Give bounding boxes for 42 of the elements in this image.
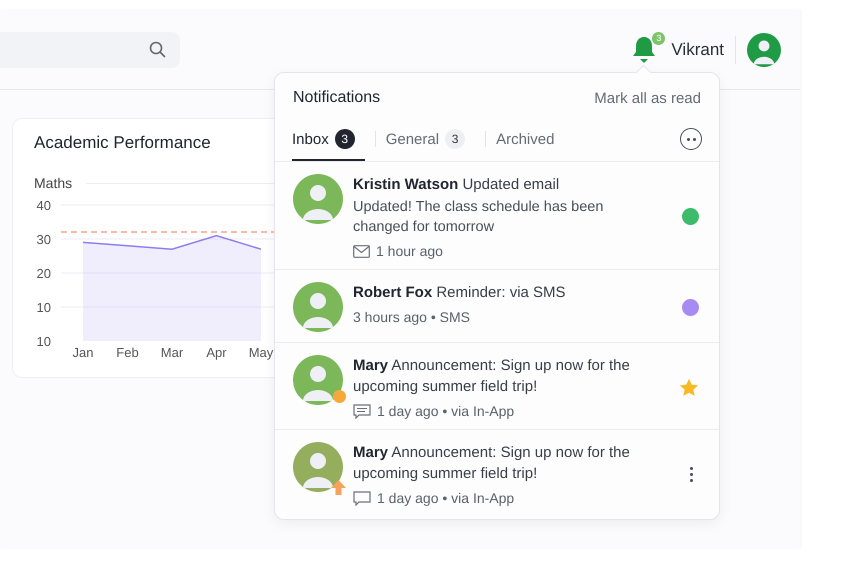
comment-icon xyxy=(353,490,371,506)
notification-message: Updated! The class schedule has been changed for tomorrow xyxy=(353,198,604,237)
arrow-up-icon xyxy=(330,479,347,496)
user-avatar[interactable] xyxy=(747,32,781,66)
axis-label: 10 xyxy=(36,300,51,315)
notification-headline: Kristin Watson Updated email xyxy=(353,175,560,195)
notification-time: 1 day ago • via In-App xyxy=(377,490,514,506)
axis-label: Apr xyxy=(206,345,227,360)
tab[interactable]: Archived xyxy=(496,117,564,161)
axis-label: May xyxy=(248,345,274,360)
star-icon[interactable] xyxy=(679,378,699,396)
message-icon xyxy=(353,404,371,418)
avatar xyxy=(293,282,343,332)
axis-label: 10 xyxy=(36,334,51,349)
axis-label: Mar xyxy=(160,345,184,360)
envelope-icon xyxy=(353,244,370,258)
panel-title: Notifications xyxy=(293,89,380,107)
user-name: Vikrant xyxy=(671,36,736,64)
notification-count: 3 xyxy=(652,32,666,44)
notification-headline: Mary Announcement: Sign up now for the upcoming summer field trip! xyxy=(353,356,631,397)
axis-label: 20 xyxy=(36,266,51,281)
axis-label: Feb xyxy=(116,345,139,360)
more-options-button[interactable] xyxy=(680,128,702,150)
avatar xyxy=(293,442,343,492)
card-title: Academic Performance xyxy=(34,133,211,153)
axis-label: Jan xyxy=(72,345,94,360)
notification-time: 3 hours ago • SMS xyxy=(353,309,470,325)
chart-subtitle: Maths xyxy=(34,175,72,191)
tab[interactable]: Inbox 3 xyxy=(292,117,365,161)
search-icon[interactable] xyxy=(149,41,166,58)
avatar xyxy=(293,355,343,405)
notification-headline: Mary Announcement: Sign up now for the upcoming summer field trip! xyxy=(353,443,631,484)
axis-label: 40 xyxy=(36,198,51,213)
axis-label: 30 xyxy=(36,232,51,247)
tab[interactable]: General 3 xyxy=(386,117,476,161)
notification-time: 1 hour ago xyxy=(376,243,443,259)
search-field[interactable] xyxy=(0,32,180,68)
avatar xyxy=(293,174,343,224)
notification-headline: Robert Fox Reminder: via SMS xyxy=(353,283,567,303)
notification-time: 1 day ago • via In-App xyxy=(377,403,514,419)
mark-all-read-link[interactable]: Mark all as read xyxy=(594,90,701,106)
status-dot xyxy=(333,390,346,403)
